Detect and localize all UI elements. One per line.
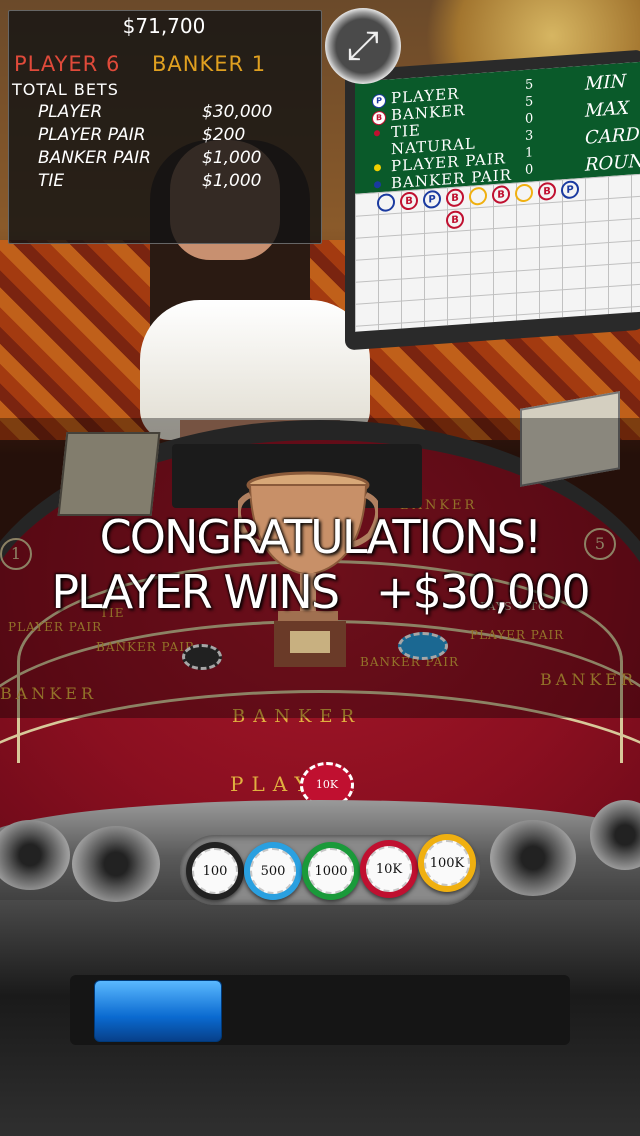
sb-count-tie: 0 — [525, 111, 534, 127]
player-marker-icon: P — [372, 93, 386, 109]
bet-amount-player: $30,000 — [202, 102, 273, 122]
congratulations-text: CONGRATULATIONS! — [99, 510, 543, 564]
cup-holder — [490, 820, 576, 896]
balance-display: $71,700 — [122, 14, 206, 38]
chip-500-label: 500 — [260, 863, 286, 879]
win-amount-text: PLAYER WINS +$30,000 — [51, 565, 590, 619]
chip-100-label: 100 — [202, 863, 228, 879]
sb-card-label: CARD — [585, 123, 640, 149]
banker-score: BANKER 1 — [152, 52, 267, 76]
banker-pair-marker-icon — [374, 180, 381, 189]
chip-10k-label: 10K — [375, 861, 403, 877]
bet-name-player-pair: PLAYER PAIR — [38, 125, 146, 145]
sb-count-natural: 3 — [525, 128, 534, 144]
sb-max-label: MAX — [585, 97, 630, 122]
chip-1000-button[interactable]: 1000 — [302, 842, 360, 900]
sb-count-player-pair: 1 — [525, 145, 534, 161]
chip-100k-button[interactable]: 100K — [418, 834, 476, 892]
expand-button[interactable]: ⤢ — [325, 8, 401, 84]
cup-holder — [72, 826, 160, 902]
sb-count-banker: 5 — [525, 94, 534, 110]
player-score: PLAYER 6 — [14, 52, 121, 76]
bet-name-tie: TIE — [38, 171, 65, 191]
chip-100-button[interactable]: 100 — [186, 842, 244, 900]
chip-1000-label: 1000 — [314, 863, 348, 879]
bet-amount-banker-pair: $1,000 — [202, 148, 262, 168]
scoreboard-monitor: P B PLAYER BANKER TIE NATURAL PLAYER PAI… — [345, 49, 640, 351]
sb-round-label: ROUN — [585, 150, 640, 176]
sb-count-banker-pair: 0 — [525, 162, 534, 178]
chip-500-button[interactable]: 500 — [244, 842, 302, 900]
player-pair-marker-icon — [374, 163, 381, 172]
bet-amount-tie: $1,000 — [202, 171, 262, 191]
bet-name-banker-pair: BANKER PAIR — [38, 148, 151, 168]
expand-arrows-icon: ⤢ — [347, 23, 379, 69]
scoreboard-screen: P B PLAYER BANKER TIE NATURAL PLAYER PAI… — [355, 61, 640, 332]
scoreboard-stats: P B PLAYER BANKER TIE NATURAL PLAYER PAI… — [355, 61, 640, 194]
total-bets-label: TOTAL BETS — [12, 80, 119, 99]
sb-min-label: MIN — [585, 70, 627, 95]
sb-label-banker: BANKER — [391, 101, 466, 125]
sb-count-player: 5 — [525, 77, 534, 93]
deal-button[interactable] — [94, 980, 222, 1042]
bet-amount-player-pair: $200 — [202, 125, 246, 145]
chip-10k-button[interactable]: 10K — [360, 840, 418, 898]
banker-marker-icon: B — [372, 110, 386, 126]
tie-marker-icon — [374, 130, 380, 137]
bet-name-player: PLAYER — [38, 102, 103, 122]
game-scene: P B PLAYER BANKER TIE NATURAL PLAYER PAI… — [0, 0, 640, 1136]
chip-100k-label: 100K — [429, 855, 465, 871]
